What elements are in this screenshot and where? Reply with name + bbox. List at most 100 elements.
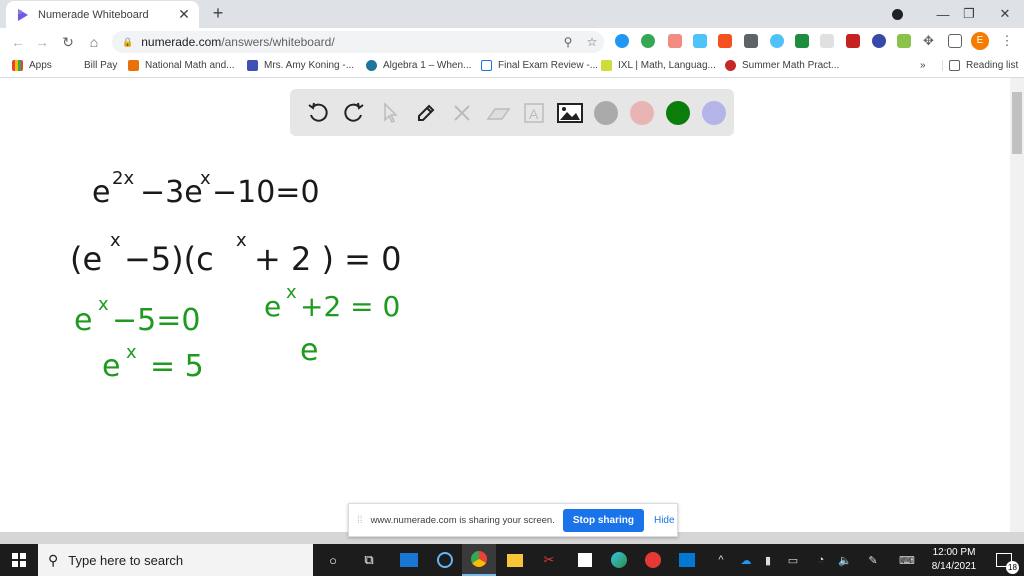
forward-button[interactable]: →: [32, 32, 52, 52]
close-window-button[interactable]: ✕: [990, 0, 1020, 28]
tools-icon[interactable]: [444, 95, 480, 131]
menu-kebab-icon[interactable]: ⋮: [1000, 34, 1014, 48]
whiteboard-app-icon[interactable]: [392, 544, 426, 576]
chrome-taskbar-icon[interactable]: [462, 544, 496, 576]
line1-tail: −10=0: [212, 175, 320, 210]
url-text[interactable]: numerade.com/answers/whiteboard/: [141, 35, 556, 49]
extension-icon-5[interactable]: [718, 34, 732, 48]
tab-strip: Numerade Whiteboard ✕ + — ❐ ✕: [0, 0, 1024, 28]
extension-icon-2[interactable]: [641, 34, 655, 48]
task-view-icon[interactable]: ⧉: [352, 544, 386, 576]
bookmark-star-icon[interactable]: ☆: [580, 35, 604, 49]
bookmark-apps[interactable]: Apps: [12, 60, 52, 71]
reading-list-button[interactable]: Reading list: [942, 60, 1018, 71]
zoom-icon[interactable]: ⚲: [556, 35, 580, 49]
extensions-puzzle-icon[interactable]: ✥: [923, 34, 937, 48]
hide-button[interactable]: Hide: [654, 515, 675, 526]
google-sites-icon: [247, 60, 258, 71]
tab-close-icon[interactable]: ✕: [175, 6, 193, 23]
bookmark-final-exam[interactable]: Final Exam Review -...: [481, 60, 598, 71]
cast-icon[interactable]: [948, 34, 962, 48]
notification-count-badge: 18: [1006, 561, 1019, 574]
share-message: www.numerade.com is sharing your screen.: [370, 514, 555, 526]
microsoft-store-icon[interactable]: [568, 544, 602, 576]
line1-exp2: x: [200, 168, 211, 189]
system-clock[interactable]: 12:00 PM 8/14/2021: [926, 546, 982, 574]
edge-icon[interactable]: [602, 544, 636, 576]
bookmarks-overflow-button[interactable]: »: [920, 60, 926, 71]
tab-numerade-whiteboard[interactable]: Numerade Whiteboard ✕: [6, 1, 199, 28]
new-tab-button[interactable]: +: [208, 3, 228, 24]
undo-icon[interactable]: [300, 95, 336, 131]
bookmark-bill-pay[interactable]: Bill Pay: [84, 60, 117, 71]
pdf-extension-icon[interactable]: [846, 34, 860, 48]
extension-icon-7[interactable]: [770, 34, 784, 48]
tray-overflow-chevron-icon[interactable]: ^: [712, 544, 730, 576]
clock-time: 12:00 PM: [932, 547, 976, 558]
restore-button[interactable]: ❐: [954, 0, 984, 28]
color-swatch-pink[interactable]: [624, 95, 660, 131]
microphone-icon[interactable]: ▮: [760, 544, 776, 576]
line4-rest: = 5: [150, 349, 204, 384]
color-swatch-gray[interactable]: [588, 95, 624, 131]
address-bar[interactable]: 🔒 numerade.com/answers/whiteboard/ ⚲ ☆: [112, 31, 604, 53]
app-s-icon[interactable]: [636, 544, 670, 576]
home-button[interactable]: ⌂: [84, 32, 104, 52]
line2-exp1: x: [110, 230, 121, 251]
profile-menu-icon[interactable]: [884, 0, 910, 28]
drag-handle-icon[interactable]: ⁞⁞: [357, 515, 363, 526]
reload-button[interactable]: ↻: [58, 32, 78, 52]
vertical-scroll-thumb[interactable]: [1012, 92, 1022, 154]
vertical-scrollbar[interactable]: [1010, 78, 1024, 532]
onedrive-icon[interactable]: ☁: [736, 544, 756, 576]
file-explorer-icon[interactable]: [498, 544, 532, 576]
bookmark-algebra-1[interactable]: Algebra 1 – When...: [366, 60, 471, 71]
profile-avatar[interactable]: E: [971, 32, 989, 50]
media-app-icon[interactable]: [428, 544, 462, 576]
pen-workspace-icon[interactable]: ✎: [864, 544, 882, 576]
image-tool-icon[interactable]: [552, 95, 588, 131]
bookmark-amy-koning[interactable]: Mrs. Amy Koning -...: [247, 60, 354, 71]
line5-e: e: [264, 290, 281, 323]
notification-center-icon[interactable]: 18: [988, 544, 1020, 576]
stop-sharing-button[interactable]: Stop sharing: [562, 508, 644, 532]
touch-keyboard-icon[interactable]: ⌨: [896, 544, 918, 576]
extension-icon-4[interactable]: [693, 34, 707, 48]
bookmark-summer-math[interactable]: Summer Math Pract...: [725, 60, 839, 71]
equation-line-4: e x = 5: [102, 342, 204, 384]
cortana-icon[interactable]: ○: [316, 544, 350, 576]
handwritten-math: e 2x −3e x −10=0 (e x −5)(c x + 2 ) = 0 …: [70, 168, 402, 384]
windows-start-icon[interactable]: [2, 544, 36, 576]
eraser-icon[interactable]: [480, 95, 516, 131]
select-pointer-icon[interactable]: [372, 95, 408, 131]
snipping-tool-icon[interactable]: ✂: [532, 544, 566, 576]
extension-icon-10[interactable]: [897, 34, 911, 48]
outlook-icon[interactable]: [670, 544, 704, 576]
extension-icon-9[interactable]: [820, 34, 834, 48]
line2-exp2: x: [236, 230, 247, 251]
line5-exp: x: [286, 282, 297, 303]
line1-rest: −3e: [140, 175, 203, 210]
national-math-icon: [128, 60, 139, 71]
numerade-logo-icon: [18, 8, 28, 21]
line3-e: e: [74, 303, 92, 338]
search-icon: ⚲: [48, 551, 59, 568]
back-button[interactable]: ←: [8, 32, 28, 52]
extension-icon-6[interactable]: [744, 34, 758, 48]
extension-icon-k[interactable]: [872, 34, 886, 48]
redo-icon[interactable]: [336, 95, 372, 131]
wifi-icon[interactable]: ◔: [812, 544, 830, 576]
extension-icon-1[interactable]: [615, 34, 629, 48]
text-tool-icon[interactable]: A: [516, 95, 552, 131]
extension-icon-3[interactable]: [668, 34, 682, 48]
extension-icon-8[interactable]: [795, 34, 809, 48]
pen-icon[interactable]: [408, 95, 444, 131]
battery-icon[interactable]: ▭: [782, 544, 804, 576]
color-swatch-green[interactable]: [660, 95, 696, 131]
taskbar-search-box[interactable]: ⚲ Type here to search: [38, 544, 313, 576]
color-swatch-lavender[interactable]: [696, 95, 732, 131]
bookmark-ixl[interactable]: IXL | Math, Languag...: [601, 60, 716, 71]
volume-icon[interactable]: 🔈: [836, 544, 854, 576]
bookmark-national-math[interactable]: National Math and...: [128, 60, 235, 71]
wordpress-icon: [366, 60, 377, 71]
